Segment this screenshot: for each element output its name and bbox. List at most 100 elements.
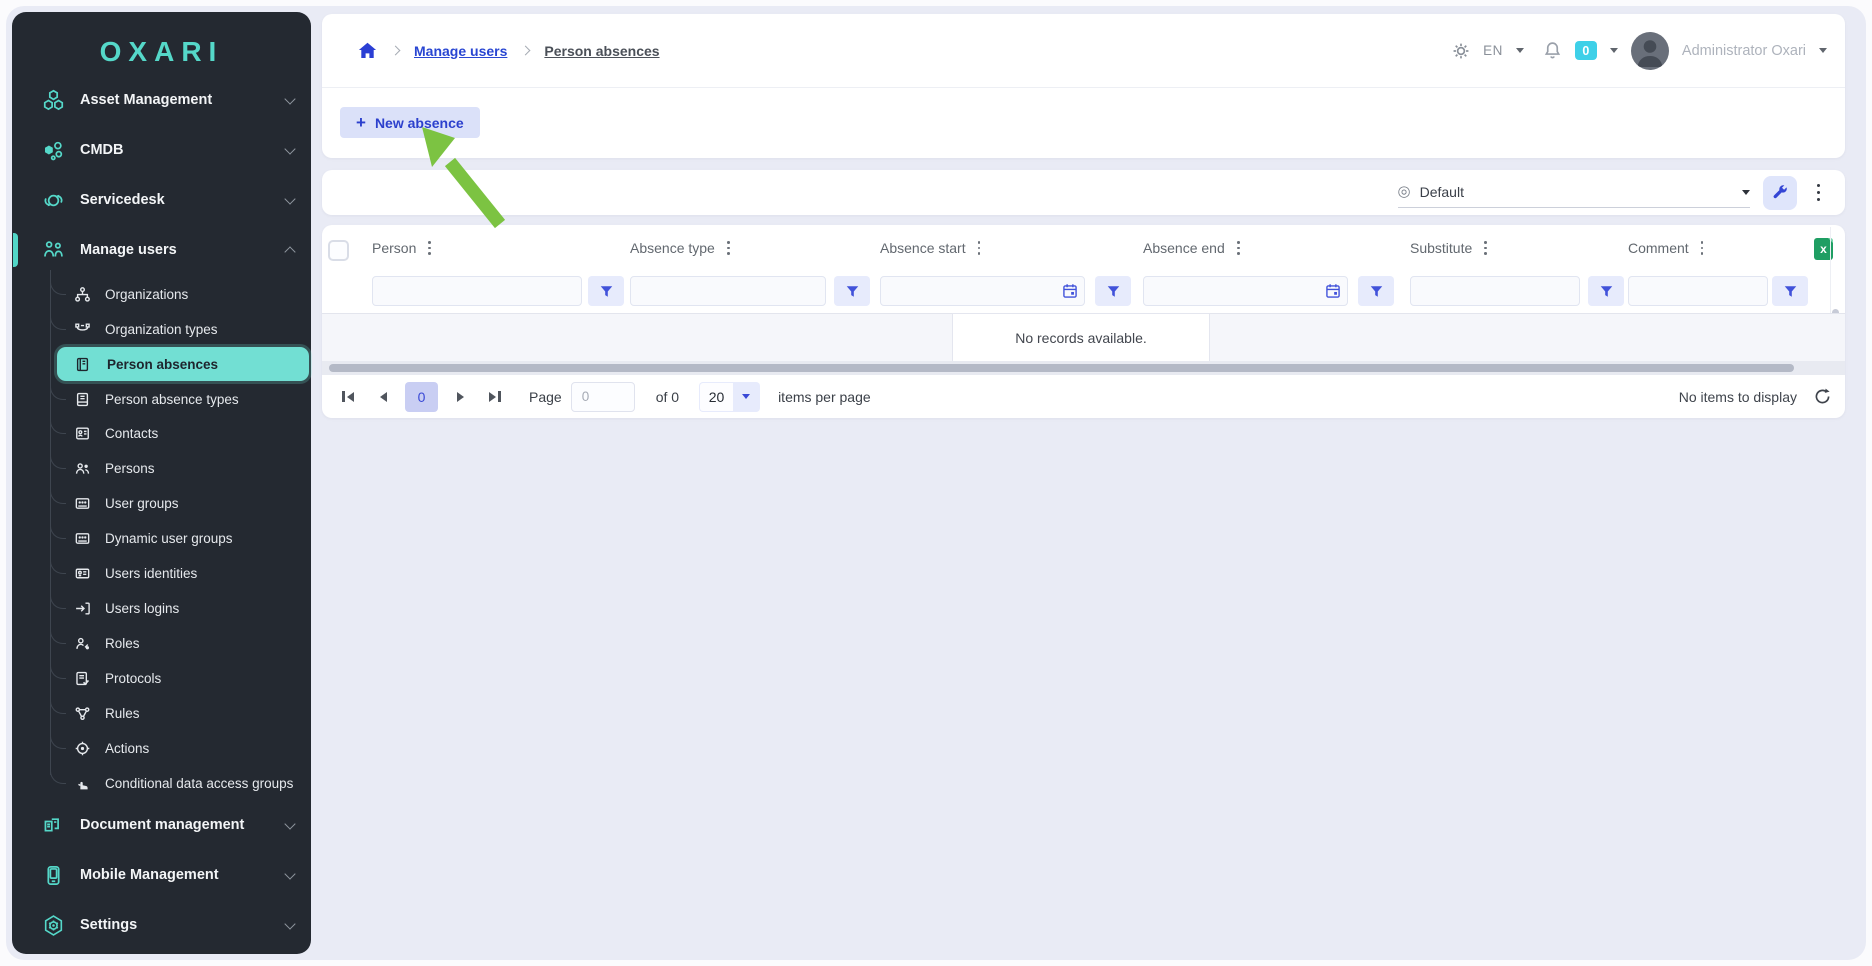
sidebar-item-asset-management[interactable]: Asset Management <box>12 80 311 120</box>
actions-icon <box>74 740 91 757</box>
filter-icon <box>600 285 613 298</box>
view-selector-dropdown[interactable]: Default <box>1398 177 1750 208</box>
sidebar-item-label: Organizations <box>105 287 188 302</box>
app-window: OXARI Asset Management CMDB Servicedesk … <box>0 0 1872 966</box>
gear-icon[interactable] <box>1452 42 1470 60</box>
calendar-icon[interactable] <box>1325 283 1341 299</box>
sidebar-item-persons[interactable]: Persons <box>12 451 311 485</box>
first-page-button[interactable] <box>335 382 361 412</box>
sidebar-item-users-logins[interactable]: Users logins <box>12 591 311 625</box>
kebab-menu-icon[interactable] <box>1810 184 1828 202</box>
absence-type-filter-button[interactable] <box>834 276 870 306</box>
chevron-down-icon <box>284 143 295 154</box>
tree-branch <box>50 763 66 784</box>
sidebar-item-person-absences[interactable]: Person absences <box>57 347 309 381</box>
persons-icon <box>74 460 91 477</box>
settings-icon <box>42 914 65 937</box>
next-page-button[interactable] <box>447 382 473 412</box>
column-menu-icon[interactable] <box>1482 239 1489 257</box>
user-groups-icon <box>74 495 91 512</box>
sidebar-item-label: Document management <box>80 817 244 833</box>
sidebar-item-organization-types[interactable]: Organization types <box>12 312 311 346</box>
avatar[interactable] <box>1631 32 1669 70</box>
column-header-comment[interactable]: Comment <box>1628 225 1705 271</box>
header-controls: EN 0 Administrator Oxari <box>1452 32 1827 70</box>
last-page-button[interactable] <box>482 382 508 412</box>
sidebar-item-cmdb[interactable]: CMDB <box>12 130 311 170</box>
substitute-filter-button[interactable] <box>1588 276 1624 306</box>
sidebar-item-settings[interactable]: Settings <box>12 905 311 945</box>
absence-end-date-input[interactable] <box>1143 276 1348 306</box>
grid-settings-button[interactable] <box>1763 176 1797 210</box>
absence-end-filter-button[interactable] <box>1358 276 1394 306</box>
chevron-down-icon <box>284 93 295 104</box>
bell-icon[interactable] <box>1543 41 1562 60</box>
column-header-person[interactable]: Person <box>372 225 433 271</box>
absence-start-date-input[interactable] <box>880 276 1085 306</box>
chevron-down-icon[interactable] <box>1610 48 1618 53</box>
sidebar-item-document-management[interactable]: Document management <box>12 805 311 845</box>
current-page-button[interactable]: 0 <box>405 382 438 412</box>
select-all-checkbox[interactable] <box>328 240 349 261</box>
column-menu-icon[interactable] <box>976 239 983 257</box>
sidebar-item-contacts[interactable]: Contacts <box>12 416 311 450</box>
absence-type-filter-input[interactable] <box>630 276 826 306</box>
calendar-icon[interactable] <box>1062 283 1078 299</box>
sidebar-item-roles[interactable]: Roles <box>12 626 311 660</box>
column-header-absence-end[interactable]: Absence end <box>1143 225 1242 271</box>
sidebar-item-label: Users logins <box>105 601 179 616</box>
servicedesk-icon <box>42 189 65 212</box>
column-menu-icon[interactable] <box>725 239 732 257</box>
sidebar-item-label: Conditional data access groups <box>105 776 293 791</box>
column-header-absence-type[interactable]: Absence type <box>630 225 732 271</box>
sidebar-item-person-absence-types[interactable]: Person absence types <box>12 382 311 416</box>
sidebar-item-protocols[interactable]: Protocols <box>12 661 311 695</box>
home-icon[interactable] <box>358 41 377 60</box>
sidebar-item-organizations[interactable]: Organizations <box>12 277 311 311</box>
page-size-select[interactable]: 20 <box>699 382 760 412</box>
substitute-filter-input[interactable] <box>1410 276 1580 306</box>
previous-page-button[interactable] <box>370 382 396 412</box>
breadcrumb-link-manage-users[interactable]: Manage users <box>414 43 507 59</box>
sidebar-item-actions[interactable]: Actions <box>12 731 311 765</box>
refresh-icon[interactable] <box>1813 387 1832 406</box>
sidebar-item-conditional-data-access-groups[interactable]: Conditional data access groups <box>12 766 311 800</box>
comment-filter-input[interactable] <box>1628 276 1768 306</box>
roles-icon <box>74 635 91 652</box>
person-absence-types-icon <box>74 391 91 408</box>
sidebar-item-users-identities[interactable]: Users identities <box>12 556 311 590</box>
sidebar-item-manage-users[interactable]: Manage users <box>12 230 311 270</box>
tree-branch <box>50 658 66 679</box>
page-number-input[interactable] <box>571 382 635 412</box>
column-header-substitute[interactable]: Substitute <box>1410 225 1489 271</box>
language-selector[interactable]: EN <box>1483 43 1503 58</box>
sidebar-item-label: Manage users <box>80 242 177 258</box>
sidebar-item-mobile-management[interactable]: Mobile Management <box>12 855 311 895</box>
sidebar-item-servicedesk[interactable]: Servicedesk <box>12 180 311 220</box>
column-menu-icon[interactable] <box>1235 239 1242 257</box>
sidebar-item-label: Persons <box>105 461 155 476</box>
plus-icon <box>356 114 366 131</box>
asset-management-icon <box>42 89 65 112</box>
breadcrumb-current-person-absences[interactable]: Person absences <box>544 43 659 59</box>
comment-filter-button[interactable] <box>1772 276 1808 306</box>
rules-icon <box>74 705 91 722</box>
column-menu-icon[interactable] <box>1699 239 1706 257</box>
person-filter-button[interactable] <box>588 276 624 306</box>
column-header-absence-start[interactable]: Absence start <box>880 225 982 271</box>
sidebar-item-user-groups[interactable]: User groups <box>12 486 311 520</box>
horizontal-scrollbar-thumb[interactable] <box>329 364 1794 372</box>
person-filter-input[interactable] <box>372 276 582 306</box>
chevron-down-icon[interactable] <box>1516 48 1524 53</box>
breadcrumb: Manage users Person absences EN 0 Admini… <box>322 14 1845 88</box>
absence-start-filter-button[interactable] <box>1095 276 1131 306</box>
page-header-card: Manage users Person absences EN 0 Admini… <box>322 14 1845 158</box>
notification-badge[interactable]: 0 <box>1575 41 1597 60</box>
new-absence-button[interactable]: New absence <box>340 107 480 138</box>
chevron-down-icon[interactable] <box>1819 48 1827 53</box>
column-menu-icon[interactable] <box>426 239 433 257</box>
horizontal-scrollbar <box>322 361 1845 375</box>
users-logins-icon <box>74 600 91 617</box>
sidebar-item-dynamic-user-groups[interactable]: Dynamic user groups <box>12 521 311 555</box>
sidebar-item-rules[interactable]: Rules <box>12 696 311 730</box>
